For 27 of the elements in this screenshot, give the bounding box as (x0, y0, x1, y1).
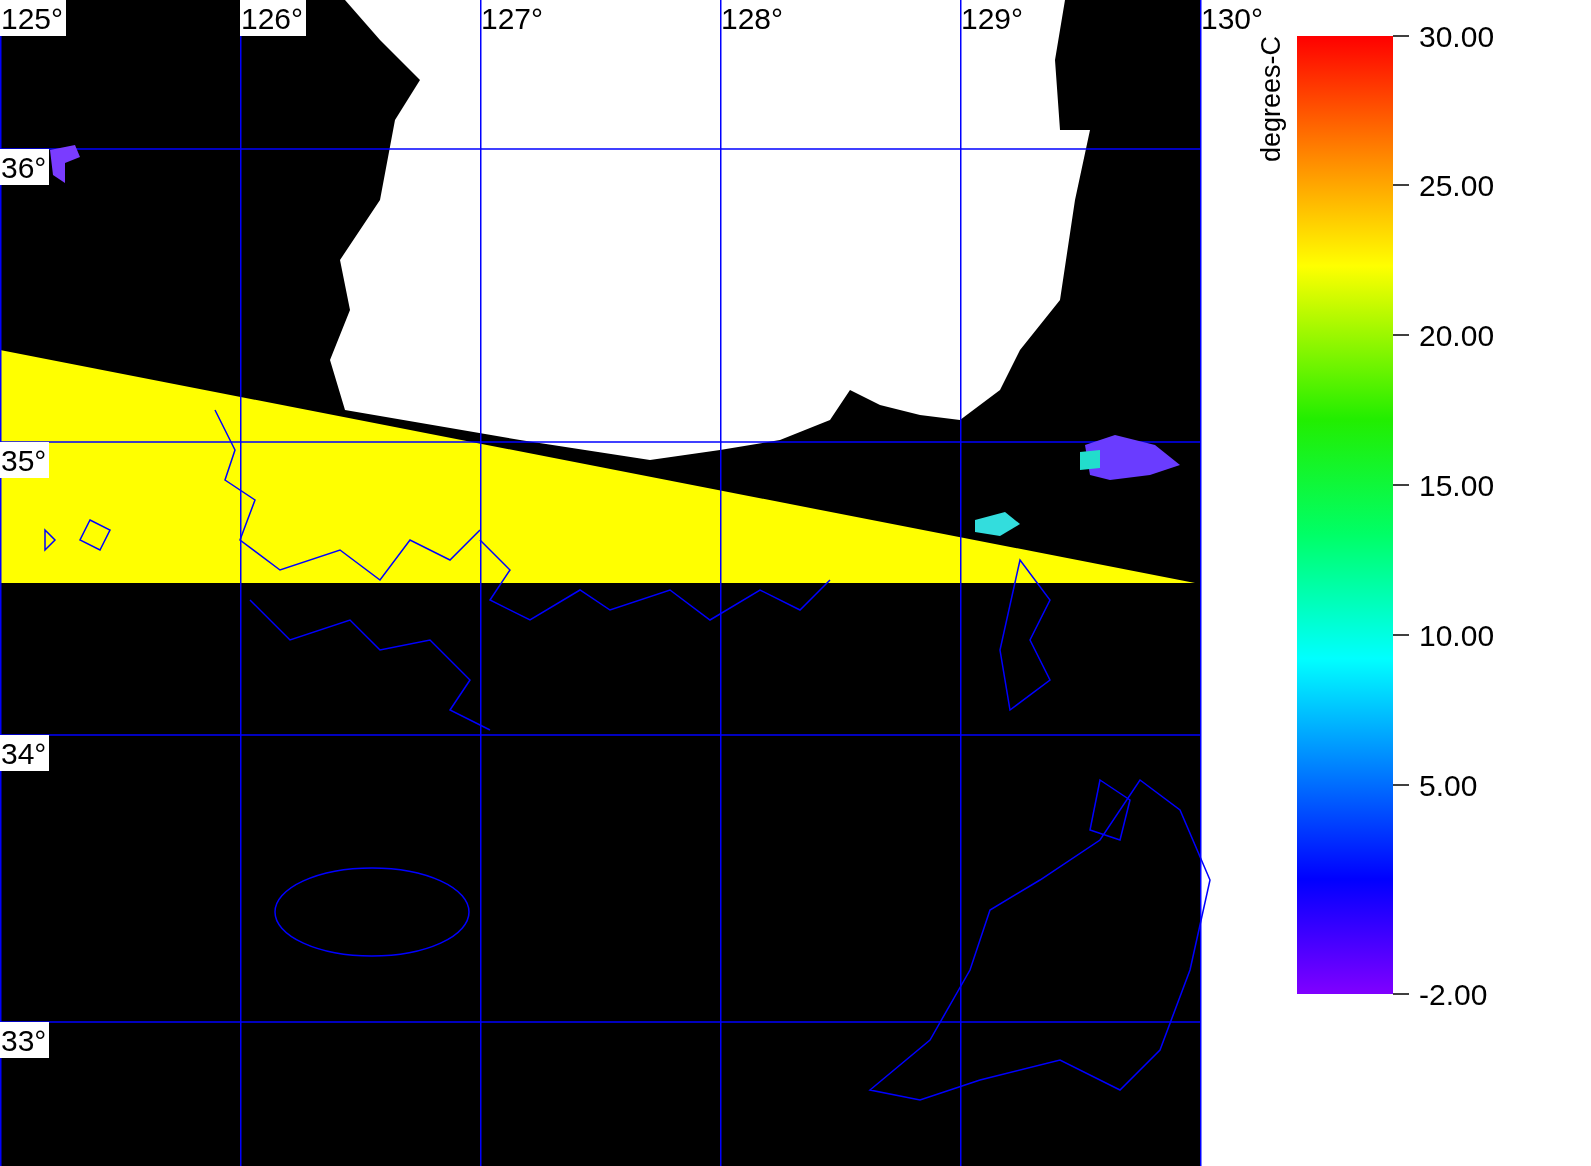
scale-tick-label: -2.00 (1419, 978, 1488, 1011)
tick-mark (1392, 484, 1410, 486)
tick-mark (1392, 35, 1410, 37)
longitude-label: 125° (0, 0, 66, 36)
tick-mark (1392, 184, 1410, 186)
longitude-label: 128° (721, 2, 784, 35)
colorbar-title: degrees-C (1256, 36, 1286, 163)
scale-tick-label: 20.00 (1419, 319, 1495, 352)
longitude-label: 129° (961, 2, 1024, 35)
latitude-label: 36° (0, 149, 49, 185)
latitude-label: 34° (0, 735, 49, 771)
longitude-label: 127° (481, 2, 544, 35)
scale-tick-label: 10.00 (1419, 619, 1495, 652)
tick-mark (1392, 634, 1410, 636)
longitude-label: 126° (240, 0, 306, 36)
scale-tick-label: 30.00 (1419, 20, 1495, 53)
longitude-label: 130° (1201, 2, 1264, 35)
temperature-patch (975, 512, 1020, 536)
scale-tick-label: 25.00 (1419, 169, 1495, 202)
scale-tick-label: 5.00 (1419, 769, 1478, 802)
latitude-label: 33° (0, 1022, 49, 1058)
temperature-patch (50, 145, 80, 183)
tick-mark (1392, 784, 1410, 786)
scale-tick-label: 15.00 (1419, 469, 1495, 502)
latitude-label: 35° (0, 442, 49, 478)
tick-mark (1392, 993, 1410, 995)
tick-mark (1392, 334, 1410, 336)
